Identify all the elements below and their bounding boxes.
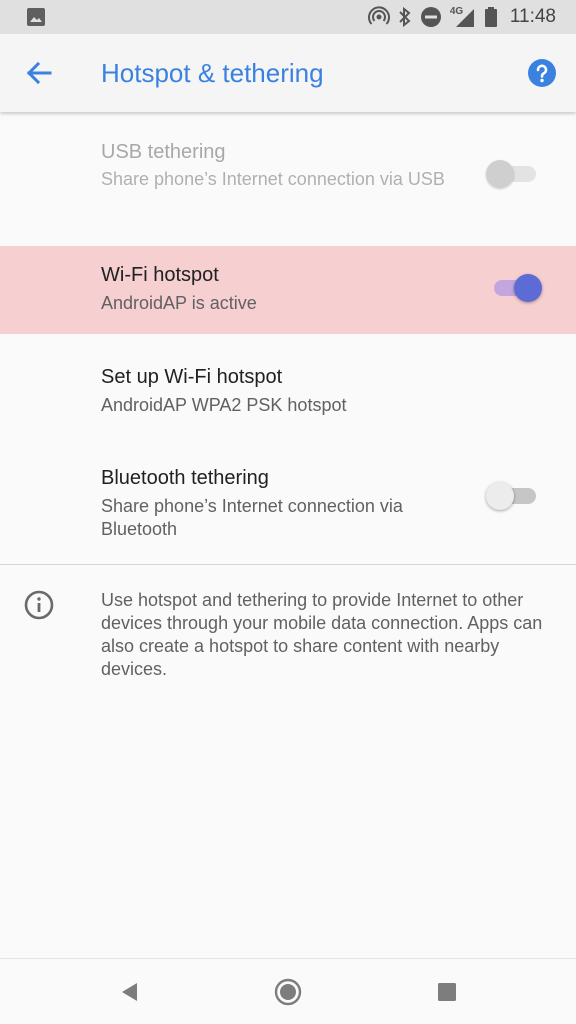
info-text: Use hotspot and tethering to provide Int… <box>101 590 543 679</box>
nav-back-button[interactable] <box>114 977 144 1007</box>
bluetooth-tethering-title: Bluetooth tethering <box>101 467 269 489</box>
settings-list: USB tethering Share phone’s Internet con… <box>0 113 576 565</box>
setup-wifi-hotspot-row[interactable]: Set up Wi-Fi hotspot AndroidAP WPA2 PSK … <box>0 334 576 435</box>
bluetooth-tethering-summary: Share phone’s Internet connection via Bl… <box>101 496 403 539</box>
switch-thumb <box>514 274 542 302</box>
help-button[interactable] <box>528 59 556 87</box>
setup-wifi-hotspot-title: Set up Wi-Fi hotspot <box>101 366 283 388</box>
setup-wifi-hotspot-summary: AndroidAP WPA2 PSK hotspot <box>101 395 347 415</box>
app-bar: Hotspot & tethering <box>0 34 576 112</box>
status-bar: 4G 11:48 <box>0 0 576 34</box>
do-not-disturb-icon <box>420 6 442 28</box>
nav-home-icon <box>274 978 302 1006</box>
status-time: 11:48 <box>509 6 556 27</box>
signal-icon: 4G <box>450 6 476 28</box>
hotspot-icon <box>367 6 390 28</box>
navigation-bar <box>0 958 576 1024</box>
nav-home-button[interactable] <box>273 977 303 1007</box>
battery-icon <box>484 6 498 28</box>
nav-back-icon <box>122 983 137 1001</box>
switch-thumb <box>486 482 514 510</box>
help-icon <box>528 59 556 87</box>
bluetooth-tethering-switch[interactable] <box>486 480 538 510</box>
nav-recents-icon <box>438 983 456 1001</box>
wifi-hotspot-switch[interactable] <box>492 272 542 302</box>
wifi-hotspot-title: Wi-Fi hotspot <box>101 264 219 286</box>
wifi-hotspot-row[interactable]: Wi-Fi hotspot AndroidAP is active <box>0 246 576 334</box>
usb-tethering-title: USB tethering <box>101 141 226 163</box>
info-icon <box>24 590 54 620</box>
image-icon <box>26 7 46 27</box>
nav-recents-button[interactable] <box>432 977 462 1007</box>
bluetooth-tethering-row[interactable]: Bluetooth tethering Share phone’s Intern… <box>0 435 576 565</box>
usb-tethering-row: USB tethering Share phone’s Internet con… <box>0 113 576 246</box>
switch-thumb <box>486 160 514 188</box>
info-footer: Use hotspot and tethering to provide Int… <box>0 566 576 696</box>
usb-tethering-summary: Share phone’s Internet connection via US… <box>101 169 445 189</box>
arrow-back-icon <box>26 61 52 85</box>
usb-tethering-switch[interactable] <box>486 158 538 188</box>
wifi-hotspot-summary: AndroidAP is active <box>101 293 257 313</box>
back-button[interactable] <box>22 58 56 88</box>
bluetooth-icon <box>398 6 412 28</box>
page-title: Hotspot & tethering <box>101 58 324 88</box>
